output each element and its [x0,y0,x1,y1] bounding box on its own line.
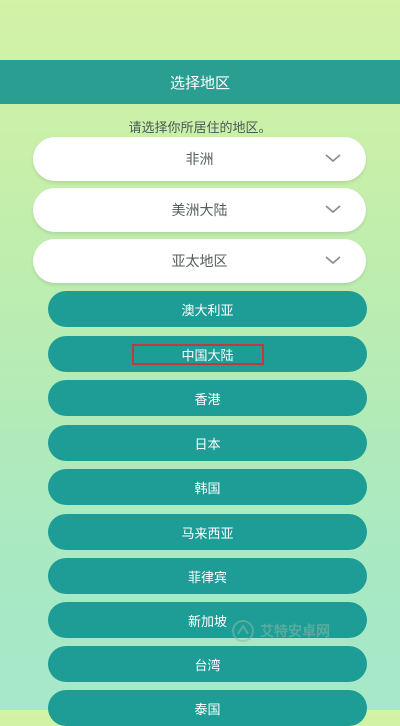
country-label: 中国大陆 [181,348,234,364]
country-label: 泰国 [194,702,221,718]
country-label: 澳大利亚 [181,303,234,319]
watermark: 艾特安卓网 [231,619,330,643]
country-label: 菲律宾 [187,570,227,586]
country-hong-kong[interactable]: 香港 [48,380,367,416]
country-philippines[interactable]: 菲律宾 [48,558,367,594]
page-title: 选择地区 [169,73,230,92]
country-label: 韩国 [194,481,221,497]
country-label: 马来西亚 [181,526,234,542]
country-china-mainland[interactable]: 中国大陆 [48,336,367,372]
chevron-down-icon [325,256,341,265]
region-prompt: 请选择你所居住的地区。 [128,121,272,136]
country-malaysia[interactable]: 马来西亚 [48,514,367,550]
region-label: 亚太地区 [171,254,228,270]
region-asia-pacific[interactable]: 亚太地区 [33,239,366,283]
country-japan[interactable]: 日本 [48,425,367,461]
country-label: 日本 [194,437,221,453]
watermark-text: 艾特安卓网 [260,624,330,640]
country-label: 台湾 [194,658,221,674]
region-label: 美洲大陆 [171,203,228,219]
title-bar: 选择地区 [0,60,400,104]
country-thailand[interactable]: 泰国 [48,690,367,726]
region-africa[interactable]: 非洲 [33,137,366,181]
country-korea[interactable]: 韩国 [48,469,367,505]
top-blank-area [0,0,400,60]
country-label: 香港 [194,392,221,408]
watermark-logo-icon [232,620,254,642]
country-australia[interactable]: 澳大利亚 [48,291,367,327]
country-taiwan[interactable]: 台湾 [48,646,367,682]
chevron-down-icon [325,154,341,163]
region-label: 非洲 [185,152,214,168]
chevron-down-icon [325,205,341,214]
country-label: 新加坡 [187,614,227,630]
region-americas[interactable]: 美洲大陆 [33,188,366,232]
